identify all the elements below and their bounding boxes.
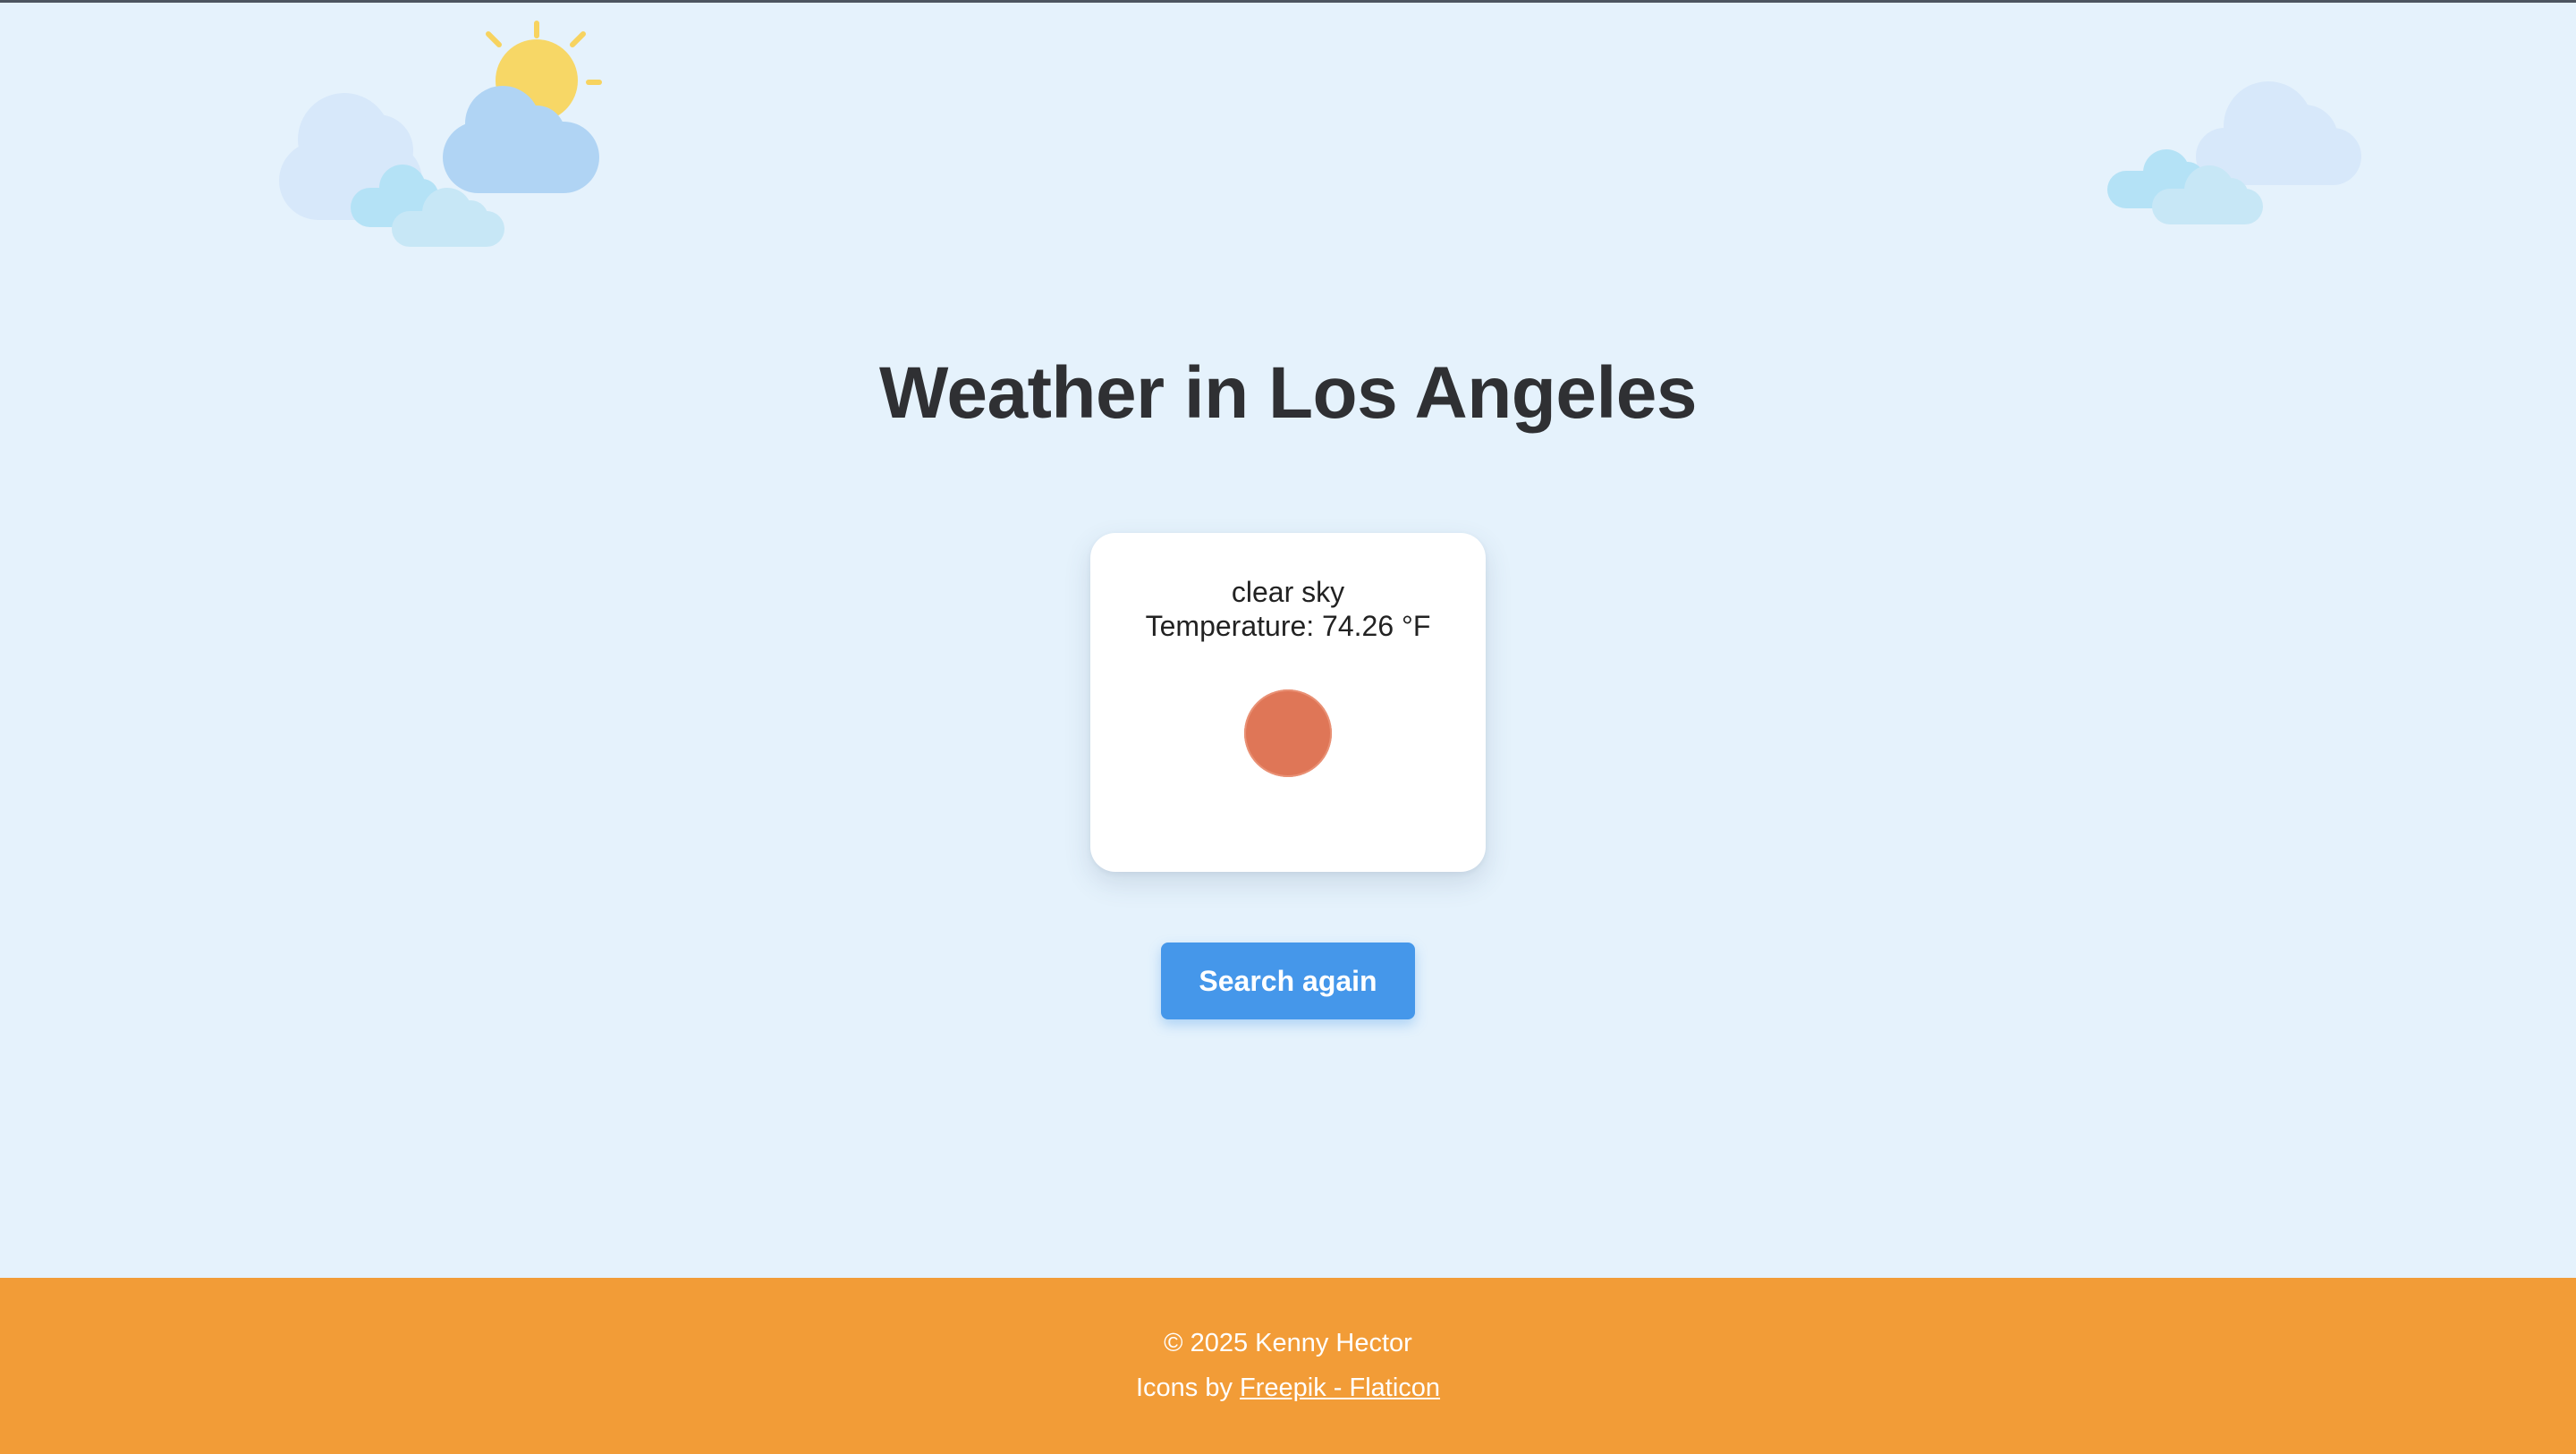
sun-icon [1244, 689, 1332, 777]
search-again-button[interactable]: Search again [1161, 943, 1415, 1019]
footer-credit-prefix: Icons by [1135, 1374, 1241, 1402]
weather-card: clear sky Temperature: 74.26 °F [1090, 533, 1486, 872]
weather-description: clear sky [1231, 576, 1345, 608]
page-title: Weather in Los Angeles [879, 352, 1697, 434]
top-border [0, 0, 2576, 3]
footer-copyright: © 2025 Kenny Hector [1164, 1329, 1412, 1357]
footer: © 2025 Kenny Hector Icons by Freepik - F… [0, 1278, 2576, 1454]
flaticon-link[interactable]: Freepik - Flaticon [1240, 1374, 1440, 1402]
clouds-icon [2107, 81, 2361, 224]
sun-behind-clouds-icon [279, 21, 602, 247]
temperature-text: Temperature: 74.26 °F [1145, 610, 1431, 642]
footer-credit: Icons by Freepik - Flaticon [0, 1372, 2576, 1404]
